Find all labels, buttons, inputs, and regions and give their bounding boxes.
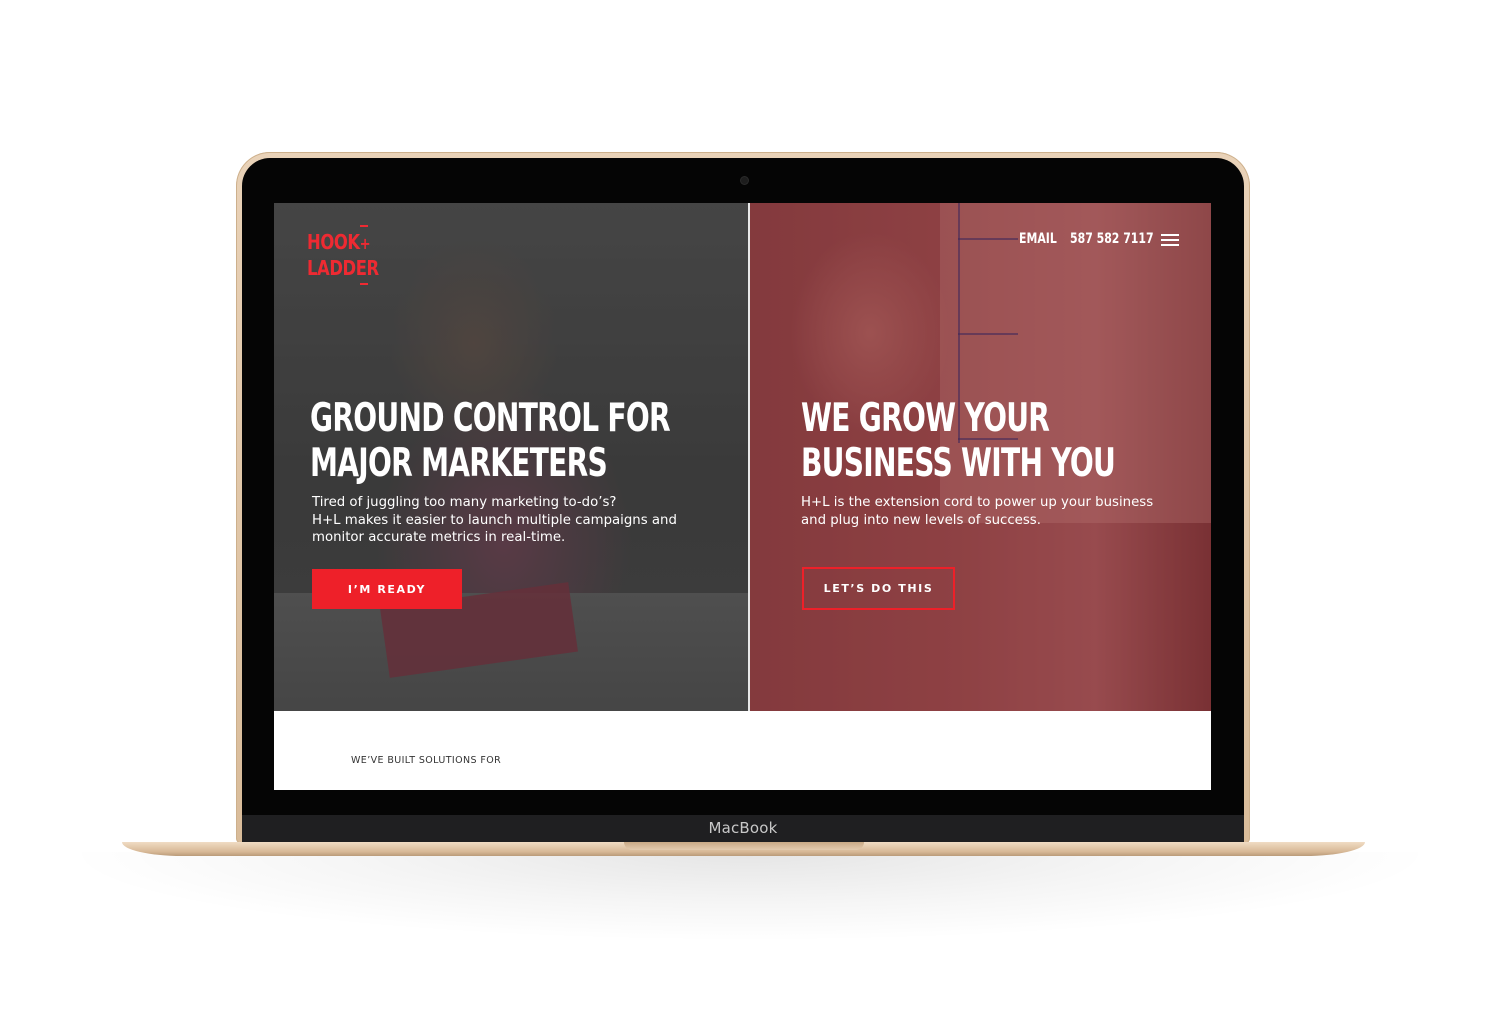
hero-left-title-line2: MAJOR MARKETERS xyxy=(310,441,608,486)
laptop-chin: MacBook xyxy=(242,815,1244,842)
laptop-shadow xyxy=(60,852,1440,942)
hero-right-title-line1: WE GROW YOUR xyxy=(801,396,1050,441)
hero-right-text-line2: and plug into new levels of success. xyxy=(801,512,1041,528)
hero-left-title-line1: GROUND CONTROL FOR xyxy=(310,396,671,441)
lets-do-this-button[interactable]: LET’S DO THIS xyxy=(802,567,955,610)
hero-right-text: H+L is the extension cord to power up yo… xyxy=(801,494,1153,529)
device-brand-label: MacBook xyxy=(708,819,778,837)
hero-right-title: WE GROW YOUR BUSINESS WITH YOU xyxy=(801,396,1116,486)
hero-left-text-line2: H+L makes it easier to launch multiple c… xyxy=(312,512,677,528)
hero-left-title: GROUND CONTROL FOR MAJOR MARKETERS xyxy=(310,396,671,486)
camera-icon xyxy=(741,177,748,184)
logo-mark-top xyxy=(360,225,368,227)
hero-right-text-line1: H+L is the extension cord to power up yo… xyxy=(801,495,1154,510)
hero-left-text-line3: monitor accurate metrics in real-time. xyxy=(312,530,566,545)
im-ready-button[interactable]: I’M READY xyxy=(312,569,462,609)
laptop-hinge-notch xyxy=(624,842,864,850)
nav-email-link[interactable]: EMAIL xyxy=(1019,231,1057,247)
logo-line2: LADDER xyxy=(307,256,379,280)
hero-left-text-line1: Tired of juggling too many marketing to-… xyxy=(312,495,617,510)
logo-plus: + xyxy=(359,234,371,253)
logo-line1: HOOK xyxy=(307,230,360,254)
hero-right-title-line2: BUSINESS WITH YOU xyxy=(801,441,1116,486)
browser-screen: HOOK+ LADDER EMAIL 587 582 7117 GROUND C… xyxy=(274,203,1211,790)
nav-phone-link[interactable]: 587 582 7117 xyxy=(1070,231,1154,247)
hero-section: HOOK+ LADDER EMAIL 587 582 7117 GROUND C… xyxy=(274,203,1211,711)
site-logo[interactable]: HOOK+ LADDER xyxy=(307,230,379,280)
logo-mark-bottom xyxy=(360,283,368,285)
hamburger-icon[interactable] xyxy=(1161,234,1179,246)
solutions-heading: WE’VE BUILT SOLUTIONS FOR xyxy=(351,755,502,766)
hero-left-text: Tired of juggling too many marketing to-… xyxy=(312,494,677,547)
